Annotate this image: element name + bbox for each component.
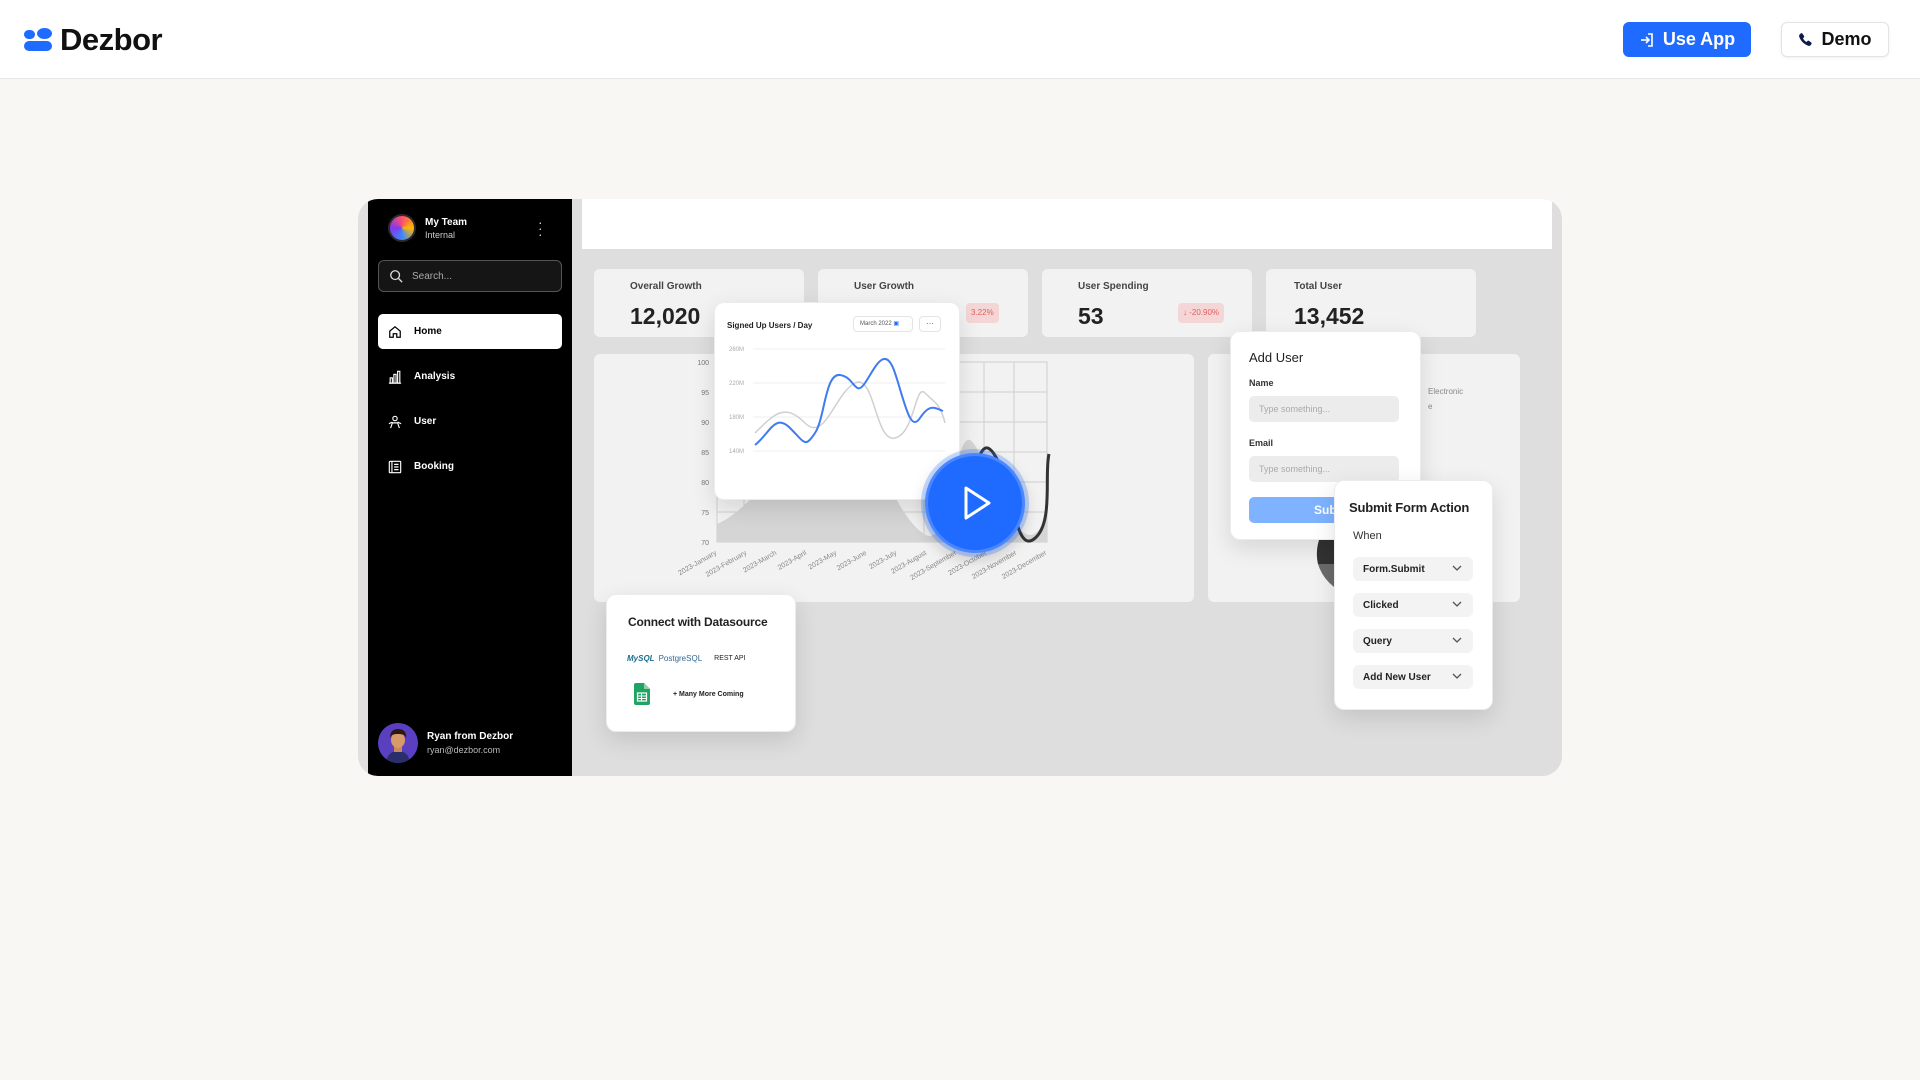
sidebar-search-input[interactable]: Search... <box>378 260 562 292</box>
name-field[interactable]: Type something... <box>1249 396 1399 422</box>
bar-chart-icon <box>388 370 402 384</box>
y-tick-label: 70 <box>701 540 709 547</box>
use-app-label: Use App <box>1662 29 1736 49</box>
y-tick-label: 75 <box>701 510 709 517</box>
team-logo-icon <box>388 214 416 242</box>
signup-line-chart: 260M 220M 180M 140M <box>729 347 946 455</box>
sidebar-item-user[interactable]: User <box>378 404 562 439</box>
clicked-dropdown[interactable]: Clicked <box>1353 593 1473 617</box>
rest-api-label[interactable]: REST API <box>714 655 745 662</box>
sidebar-item-booking[interactable]: Booking <box>378 449 562 484</box>
dezbor-logo-icon <box>24 28 52 52</box>
sidebar-item-home[interactable]: Home <box>378 314 562 349</box>
status-badge: 3.22% <box>966 303 999 323</box>
when-label: When <box>1353 530 1382 542</box>
stat-label: User Growth <box>854 281 915 292</box>
status-badge: ↓ -20.90% <box>1178 303 1225 323</box>
sidebar-item-analysis[interactable]: Analysis <box>378 359 562 394</box>
profile-name: Ryan from Dezbor <box>427 731 514 742</box>
chevron-down-icon <box>1452 673 1462 679</box>
signed-up-users-card: Signed Up Users / Day March 2022 ▣ ··· 2… <box>714 302 960 500</box>
sidebar-item-label: User <box>414 416 437 427</box>
dropdown-value: Clicked <box>1363 599 1399 611</box>
y-tick-label: 100 <box>697 360 709 367</box>
datasource-list: MySQL PostgreSQL REST API <box>627 654 746 663</box>
sidebar-nav: Home Analysis User Booking <box>378 314 562 494</box>
query-dropdown[interactable]: Query <box>1353 629 1473 653</box>
sidebar-item-label: Analysis <box>414 371 456 382</box>
booking-icon <box>388 460 402 473</box>
brand-name: Dezbor <box>60 22 163 57</box>
stat-label: User Spending <box>1078 281 1149 292</box>
y-tick-label: 90 <box>701 420 709 427</box>
team-switcher[interactable]: My Team Internal <box>388 214 467 242</box>
stat-value: 53 <box>1078 303 1104 329</box>
top-navbar: Dezbor Use App Demo <box>0 0 1920 79</box>
postgresql-logo[interactable]: PostgreSQL <box>659 654 703 663</box>
y-tick-label: 180M <box>729 415 744 421</box>
sign-in-icon <box>1640 32 1653 47</box>
phone-icon <box>1799 33 1813 46</box>
card-title: Submit Form Action <box>1349 500 1470 515</box>
sidebar-item-label: Booking <box>414 461 454 472</box>
email-field[interactable]: Type something... <box>1249 456 1399 482</box>
many-more-label: Many More Coming <box>679 691 744 698</box>
user-icon <box>388 415 402 428</box>
search-placeholder: Search... <box>412 270 453 282</box>
team-subtitle: Internal <box>425 229 456 240</box>
y-tick-label: 80 <box>701 480 709 487</box>
brand-logo[interactable]: Dezbor <box>24 22 163 58</box>
dropdown-value: Query <box>1363 635 1392 647</box>
x-tick-label: 2023-March <box>742 550 778 575</box>
x-tick-label: 2023-June <box>836 550 868 573</box>
x-tick-label: 2023-April <box>777 549 809 571</box>
stat-value: 13,452 <box>1294 303 1365 329</box>
home-icon <box>389 325 401 338</box>
form-submit-dropdown[interactable]: Form.Submit <box>1353 557 1473 581</box>
search-icon <box>390 270 403 283</box>
stat-card-total-user: Total User 13,452 <box>1266 269 1476 337</box>
more-vertical-icon[interactable]: · · · <box>538 215 543 241</box>
stat-card-user-spending: User Spending 53 ↓ -20.90% <box>1042 269 1252 337</box>
team-name: My Team <box>425 216 468 228</box>
add-new-user-dropdown[interactable]: Add New User <box>1353 665 1473 689</box>
preview-topbar <box>582 199 1552 249</box>
preview-sidebar: My Team Internal · · · Search... Home An… <box>368 199 572 776</box>
stat-value: 12,020 <box>630 303 701 329</box>
mysql-logo[interactable]: MySQL <box>627 654 655 663</box>
profile-email: ryan@dezbor.com <box>427 745 501 755</box>
email-label: Email <box>1249 438 1274 448</box>
google-sheets-icon <box>634 683 650 705</box>
stat-label: Overall Growth <box>630 281 702 292</box>
card-title: Connect with Datasource <box>628 615 768 629</box>
name-label: Name <box>1249 378 1274 388</box>
use-app-button[interactable]: Use App <box>1623 22 1751 57</box>
connect-datasource-card: Connect with Datasource MySQL PostgreSQL… <box>606 594 796 732</box>
y-tick-label: 260M <box>729 347 744 353</box>
dropdown-value: Add New User <box>1363 671 1431 683</box>
y-tick-label: 85 <box>701 450 709 457</box>
avatar <box>378 723 418 763</box>
play-icon <box>964 486 991 520</box>
submit-form-action-card: Submit Form Action When Form.Submit Clic… <box>1334 480 1493 710</box>
x-tick-label: 2023-May <box>808 549 839 571</box>
y-tick-label: 95 <box>701 390 709 397</box>
profile-block[interactable]: Ryan from Dezbor ryan@dezbor.com <box>378 723 513 763</box>
y-tick-label: 220M <box>729 381 744 387</box>
chevron-down-icon <box>1452 637 1462 643</box>
play-video-button[interactable] <box>925 453 1025 553</box>
demo-button[interactable]: Demo <box>1781 22 1889 57</box>
plus-icon: + <box>673 691 678 698</box>
svg-text:e: e <box>1428 402 1433 411</box>
stat-label: Total User <box>1294 281 1343 292</box>
form-title: Add User <box>1249 350 1304 365</box>
y-tick-label: 140M <box>729 449 744 455</box>
dropdown-value: Form.Submit <box>1363 563 1425 575</box>
chevron-down-icon <box>1452 565 1462 571</box>
sidebar-item-label: Home <box>414 326 442 337</box>
pie-legend-label: Electronic <box>1428 387 1463 396</box>
many-more-coming: + Many More Coming <box>673 691 744 698</box>
chevron-down-icon <box>1452 601 1462 607</box>
demo-label: Demo <box>1821 29 1872 49</box>
